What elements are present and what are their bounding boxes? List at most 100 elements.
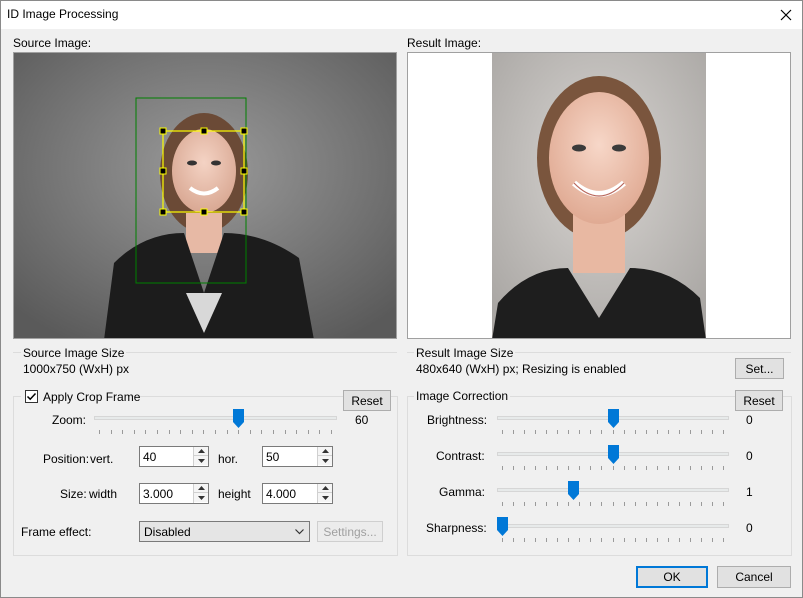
close-button[interactable] bbox=[770, 1, 802, 29]
gamma-value: 1 bbox=[746, 485, 753, 499]
width-value[interactable]: 3.000 bbox=[143, 487, 173, 501]
vert-label: vert. bbox=[90, 452, 114, 466]
slider-tick bbox=[99, 430, 100, 434]
slider-tick bbox=[723, 538, 724, 542]
brightness-slider[interactable] bbox=[497, 409, 729, 434]
source-image[interactable] bbox=[13, 52, 397, 339]
slider-tick bbox=[535, 466, 536, 470]
width-down-button[interactable] bbox=[194, 493, 208, 502]
source-image-label: Source Image: bbox=[13, 36, 92, 50]
slider-tick bbox=[624, 502, 625, 506]
slider-tick bbox=[535, 430, 536, 434]
contrast-slider-thumb[interactable] bbox=[608, 445, 619, 464]
cancel-button[interactable]: Cancel bbox=[717, 566, 791, 588]
gamma-label: Gamma: bbox=[439, 485, 486, 499]
caret-up-icon bbox=[321, 449, 329, 453]
slider-tick bbox=[502, 430, 503, 434]
zoom-label: Zoom: bbox=[52, 413, 87, 427]
vert-up-button[interactable] bbox=[194, 447, 208, 456]
slider-tick bbox=[319, 430, 320, 434]
height-spinner[interactable]: 4.000 bbox=[262, 483, 333, 504]
brightness-slider-thumb[interactable] bbox=[608, 409, 619, 428]
slider-tick bbox=[557, 538, 558, 542]
hor-spinner[interactable]: 50 bbox=[262, 446, 333, 467]
result-image bbox=[407, 52, 791, 339]
ok-button[interactable]: OK bbox=[636, 566, 708, 588]
vert-spinner[interactable]: 40 bbox=[139, 446, 209, 467]
slider-tick bbox=[111, 430, 112, 434]
slider-tick bbox=[546, 538, 547, 542]
slider-tick bbox=[679, 538, 680, 542]
slider-tick bbox=[513, 430, 514, 434]
window-title: ID Image Processing bbox=[7, 7, 119, 21]
hor-label: hor. bbox=[218, 452, 239, 466]
slider-tick bbox=[579, 466, 580, 470]
gamma-slider-thumb[interactable] bbox=[568, 481, 579, 500]
contrast-label: Contrast: bbox=[436, 449, 485, 463]
slider-tick bbox=[524, 430, 525, 434]
slider-tick bbox=[579, 430, 580, 434]
slider-tick bbox=[557, 466, 558, 470]
settings-button[interactable]: Settings... bbox=[317, 521, 383, 542]
frame-effect-label: Frame effect: bbox=[21, 525, 92, 539]
slider-tick bbox=[557, 430, 558, 434]
slider-tick bbox=[331, 430, 332, 434]
crop-group-title: Apply Crop Frame bbox=[21, 389, 140, 405]
hor-down-button[interactable] bbox=[318, 456, 332, 465]
zoom-slider[interactable] bbox=[94, 409, 337, 434]
result-photo bbox=[408, 53, 790, 338]
apply-crop-checkbox[interactable] bbox=[25, 390, 38, 403]
title-bar[interactable]: ID Image Processing bbox=[1, 1, 802, 29]
height-value[interactable]: 4.000 bbox=[266, 487, 296, 501]
caret-up-icon bbox=[321, 486, 329, 490]
slider-tick bbox=[635, 502, 636, 506]
slider-tick bbox=[180, 430, 181, 434]
slider-tick bbox=[657, 538, 658, 542]
contrast-value: 0 bbox=[746, 449, 753, 463]
gamma-slider[interactable] bbox=[497, 481, 729, 506]
slider-tick bbox=[250, 430, 251, 434]
result-size-title: Result Image Size bbox=[414, 346, 516, 360]
hor-up-button[interactable] bbox=[318, 447, 332, 456]
width-up-button[interactable] bbox=[194, 484, 208, 493]
slider-tick bbox=[690, 430, 691, 434]
slider-tick bbox=[568, 430, 569, 434]
contrast-slider[interactable] bbox=[497, 445, 729, 470]
vert-down-button[interactable] bbox=[194, 456, 208, 465]
slider-tick bbox=[668, 466, 669, 470]
crop-reset-button[interactable]: Reset bbox=[343, 390, 391, 411]
vert-value[interactable]: 40 bbox=[143, 450, 156, 464]
hor-value[interactable]: 50 bbox=[266, 450, 279, 464]
sharpness-slider-thumb[interactable] bbox=[497, 517, 508, 536]
caret-down-icon bbox=[197, 495, 205, 500]
slider-tick bbox=[635, 430, 636, 434]
slider-tick bbox=[679, 430, 680, 434]
sharpness-value: 0 bbox=[746, 521, 753, 535]
height-up-button[interactable] bbox=[318, 484, 332, 493]
slider-tick bbox=[590, 466, 591, 470]
slider-tick bbox=[535, 538, 536, 542]
frame-effect-select[interactable]: Disabled bbox=[139, 521, 310, 542]
zoom-slider-thumb[interactable] bbox=[233, 409, 244, 428]
correction-reset-button[interactable]: Reset bbox=[735, 390, 783, 411]
set-button[interactable]: Set... bbox=[735, 358, 784, 379]
slider-tick bbox=[524, 538, 525, 542]
slider-tick bbox=[502, 538, 503, 542]
slider-tick bbox=[546, 430, 547, 434]
slider-tick bbox=[590, 502, 591, 506]
slider-tick bbox=[557, 502, 558, 506]
slider-tick bbox=[568, 502, 569, 506]
sharpness-slider[interactable] bbox=[497, 517, 729, 542]
chevron-down-icon bbox=[295, 529, 304, 535]
slider-tick bbox=[203, 430, 204, 434]
slider-tick bbox=[601, 430, 602, 434]
slider-tick bbox=[296, 430, 297, 434]
slider-tick bbox=[635, 466, 636, 470]
width-spinner[interactable]: 3.000 bbox=[139, 483, 209, 504]
slider-tick bbox=[701, 430, 702, 434]
slider-tick bbox=[646, 538, 647, 542]
slider-tick bbox=[227, 430, 228, 434]
height-down-button[interactable] bbox=[318, 493, 332, 502]
slider-tick bbox=[192, 430, 193, 434]
slider-tick bbox=[723, 466, 724, 470]
